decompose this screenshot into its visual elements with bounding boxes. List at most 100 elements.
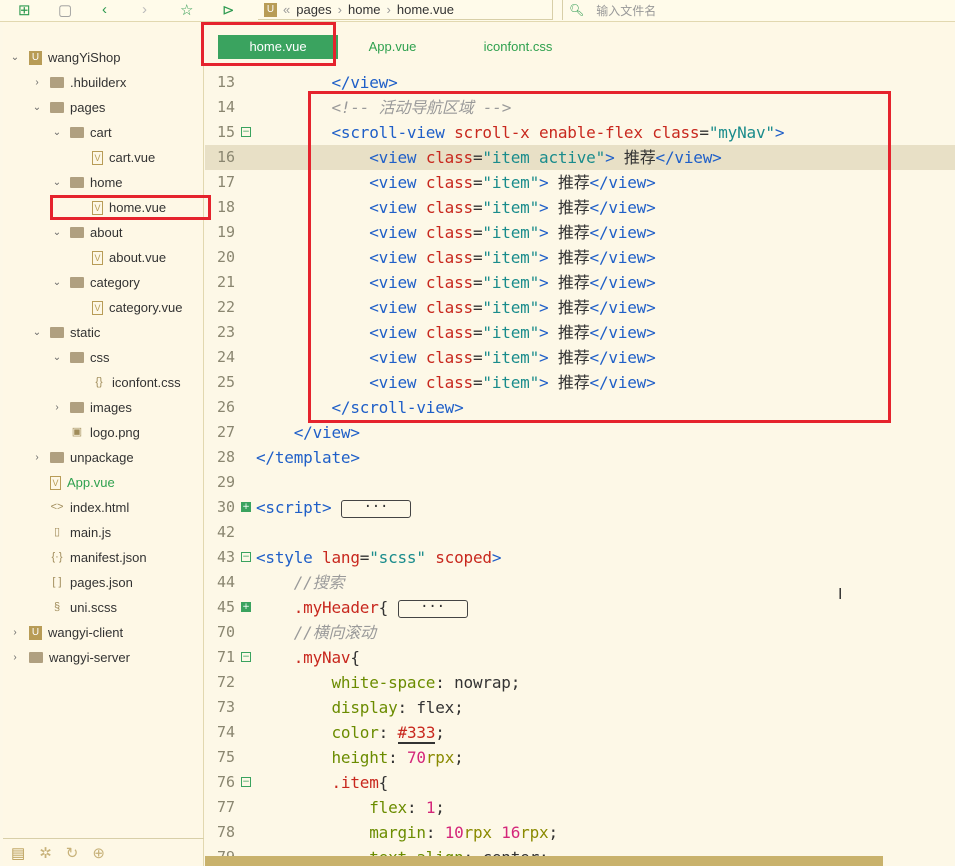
line-number: 77: [216, 798, 235, 816]
tree-item[interactable]: ⌄ category: [53, 270, 140, 295]
project-explorer-icon[interactable]: ▤: [11, 844, 25, 862]
code-token: =: [359, 548, 370, 567]
line-number: 15: [216, 123, 235, 141]
tree-item[interactable]: ⌄ UwangYiShop: [11, 45, 121, 70]
vue-icon: V: [92, 150, 103, 165]
tree-item[interactable]: § uni.scss: [50, 595, 117, 620]
chevron-down-icon[interactable]: ⌄: [51, 127, 63, 138]
project-icon: U: [29, 625, 42, 640]
tree-item[interactable]: ▯ main.js: [50, 520, 111, 545]
code-text: </view>: [256, 420, 360, 445]
tab-iconfont-css[interactable]: iconfont.css: [473, 35, 563, 59]
tab-app-vue[interactable]: App.vue: [355, 35, 430, 59]
tree-item[interactable]: Vabout.vue: [92, 245, 166, 270]
tree-item[interactable]: <> index.html: [50, 495, 130, 520]
chevron-down-icon[interactable]: ⌄: [51, 177, 63, 188]
project-tree: ⌄ UwangYiShop › .hbuilderx ⌄ pages ⌄ cart Vcart.…: [3, 22, 204, 866]
search-file-icon: 🔍︎: [569, 3, 585, 17]
sidebar-bottom-bar: ▤ ✲ ↻ ⊕: [3, 838, 204, 866]
star-icon[interactable]: ☆: [180, 1, 193, 19]
code-text: color: #333;: [256, 720, 445, 745]
tree-item-label: home: [90, 175, 123, 190]
back-icon[interactable]: ‹: [102, 1, 107, 18]
code-token: {: [378, 773, 389, 792]
breadcrumb-item[interactable]: home: [348, 2, 381, 17]
folder-icon: [70, 277, 84, 288]
highlight-box-code: [308, 91, 891, 423]
save-icon[interactable]: ▢: [58, 1, 72, 19]
tree-item[interactable]: › images: [55, 395, 132, 420]
line-number: 42: [216, 523, 235, 541]
debug-icon[interactable]: ✲: [39, 844, 52, 862]
tree-item[interactable]: › unpackage: [35, 445, 133, 470]
chevron-down-icon[interactable]: ⌄: [9, 52, 21, 63]
tree-item-label: wangYiShop: [48, 50, 121, 65]
tree-item[interactable]: {} iconfont.css: [92, 370, 180, 395]
code-token: display: [331, 698, 398, 717]
code-token: .myNav: [293, 648, 351, 667]
chevron-right-icon[interactable]: ›: [31, 77, 43, 88]
collapse-icon[interactable]: −: [241, 777, 251, 787]
chevron-down-icon[interactable]: ⌄: [51, 352, 63, 363]
code-token: : center;: [464, 848, 549, 856]
js-icon: ▯: [53, 526, 61, 538]
chevron-right-icon[interactable]: ›: [9, 627, 21, 638]
chevron-down-icon[interactable]: ⌄: [31, 327, 43, 338]
line-number: 73: [216, 698, 235, 716]
chevron-right-icon[interactable]: ›: [51, 402, 63, 413]
tree-item[interactable]: Vcategory.vue: [92, 295, 182, 320]
line-number: 22: [216, 298, 235, 316]
search-input[interactable]: 输入文件名: [596, 2, 656, 19]
chevron-down-icon[interactable]: ⌄: [51, 227, 63, 238]
line-number: 72: [216, 673, 235, 691]
code-token: .item: [331, 773, 379, 792]
file-search[interactable]: 🔍︎ 输入文件名: [562, 0, 955, 20]
code-line: 77 flex: 1;: [205, 795, 955, 820]
expand-icon[interactable]: +: [241, 502, 251, 512]
expand-icon[interactable]: +: [241, 602, 251, 612]
code-text: //搜索: [256, 570, 345, 595]
tree-item[interactable]: ⌄ cart: [53, 120, 112, 145]
tree-item[interactable]: › wangyi-server: [13, 645, 130, 670]
collapse-icon[interactable]: −: [241, 552, 251, 562]
code-token: "scss": [369, 548, 426, 567]
tree-item[interactable]: ⌄ home: [53, 170, 123, 195]
tree-item[interactable]: ⌄ css: [53, 345, 110, 370]
chevron-down-icon[interactable]: ⌄: [31, 102, 43, 113]
cloud-icon[interactable]: ⊕: [92, 844, 105, 862]
tree-item[interactable]: ⌄ about: [53, 220, 123, 245]
breadcrumb-item[interactable]: home.vue: [397, 2, 454, 17]
run-icon[interactable]: ⊳: [222, 1, 235, 19]
forward-icon[interactable]: ›: [142, 1, 147, 18]
chevron-right-icon[interactable]: ›: [31, 452, 43, 463]
collapse-icon[interactable]: −: [241, 652, 251, 662]
collapse-icon[interactable]: −: [241, 127, 251, 137]
tree-item[interactable]: ⌄ pages: [33, 95, 106, 120]
tree-item-label: images: [90, 400, 132, 415]
breadcrumb: U « pages › home › home.vue: [258, 0, 553, 20]
breadcrumb-item[interactable]: pages: [296, 2, 331, 17]
tree-item[interactable]: {·} manifest.json: [50, 545, 146, 570]
tree-item[interactable]: › .hbuilderx: [35, 70, 126, 95]
code-token: :: [388, 748, 407, 767]
tree-item[interactable]: ⌄ static: [33, 320, 101, 345]
folded-code-button[interactable]: ···: [340, 499, 411, 518]
code-line: 29: [205, 470, 955, 495]
tree-item[interactable]: ▣ logo.png: [70, 420, 140, 445]
project-logo-icon: U: [264, 2, 277, 17]
horizontal-scrollbar[interactable]: [205, 856, 883, 866]
chevron-down-icon[interactable]: ⌄: [51, 277, 63, 288]
tree-item[interactable]: › Uwangyi-client: [13, 620, 123, 645]
folded-code-button[interactable]: ···: [397, 599, 468, 618]
chevron-right-icon[interactable]: ›: [9, 652, 21, 663]
tree-item[interactable]: [ ] pages.json: [50, 570, 132, 595]
new-file-icon[interactable]: ⊞: [18, 1, 31, 19]
tree-item[interactable]: V App.vue: [50, 470, 115, 495]
tree-item[interactable]: Vcart.vue: [92, 145, 155, 170]
plugin-icon[interactable]: ↻: [66, 844, 79, 862]
